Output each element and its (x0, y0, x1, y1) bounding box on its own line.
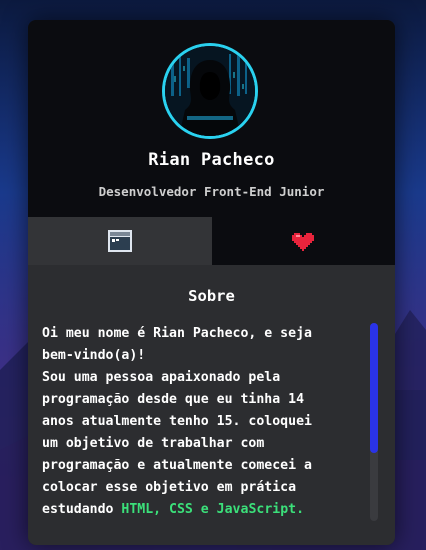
about-line: Oi meu nome é Rian Pacheco, e seja (42, 326, 312, 341)
tab-about[interactable] (28, 217, 212, 265)
about-line: anos atualmente tenho 15. coloquei (42, 414, 312, 429)
profile-name: Rian Pacheco (148, 150, 275, 170)
profile-header: Rian Pacheco Desenvolvedor Front-End Jun… (28, 20, 395, 217)
tab-bar (28, 217, 395, 265)
scrollbar[interactable] (370, 323, 378, 521)
scrollbar-thumb[interactable] (370, 323, 378, 453)
section-title: Sobre (188, 287, 235, 305)
about-line: estudando (42, 502, 122, 517)
tab-likes[interactable] (211, 217, 395, 265)
profile-role: Desenvolvedor Front-End Junior (98, 184, 325, 199)
about-line: programação e atualmente comecei a (42, 458, 312, 473)
about-line: um objetivo de trabalhar com (42, 436, 265, 451)
about-line: programação desde que eu tinha 14 (42, 392, 305, 407)
browser-window-icon (107, 230, 132, 252)
profile-card: Rian Pacheco Desenvolvedor Front-End Jun… (28, 20, 395, 545)
about-text: Oi meu nome é Rian Pacheco, e seja bem-vi… (42, 323, 360, 521)
hooded-hacker-image (165, 46, 255, 136)
avatar (162, 43, 258, 139)
about-line: bem-vindo(a)! (42, 348, 146, 363)
heart-icon (292, 233, 315, 251)
about-section: Sobre Oi meu nome é Rian Pacheco, e seja… (28, 265, 395, 545)
tech-stack-text: HTML, CSS e JavaScript. (121, 502, 305, 517)
about-line: Sou uma pessoa apaixonado pela (42, 370, 281, 385)
about-line: colocar esse objetivo em prática (42, 480, 297, 495)
